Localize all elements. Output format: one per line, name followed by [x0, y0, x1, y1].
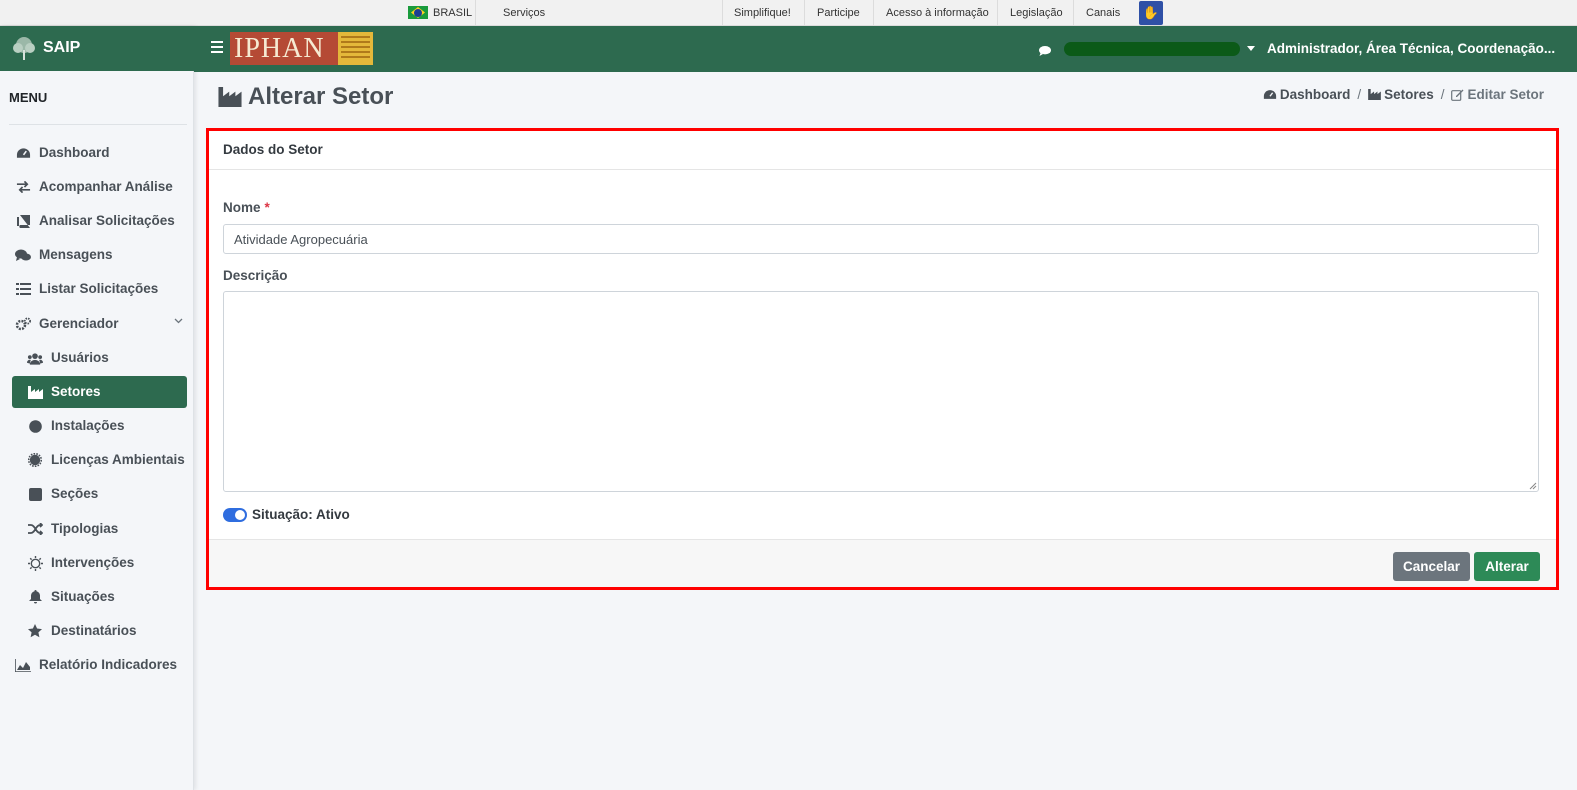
situacao-label: Situação: Ativo — [252, 507, 350, 522]
card-header: Dados do Setor — [209, 131, 1556, 170]
sidebar-item-mensagens[interactable]: Mensagens — [12, 239, 187, 271]
sidebar-item-secoes[interactable]: Seções — [12, 478, 187, 510]
breadcrumb-setores[interactable]: Setores — [1384, 87, 1434, 102]
sidebar-item-label: Usuários — [51, 350, 109, 365]
industry-icon — [218, 87, 242, 107]
sidebar-item-intervencoes[interactable]: Intervenções — [12, 547, 187, 579]
situacao-toggle[interactable] — [223, 508, 247, 522]
book-icon — [15, 214, 31, 228]
gov-link-participe[interactable]: Participe — [817, 0, 860, 26]
breadcrumb-editar-setor: Editar Setor — [1467, 87, 1544, 102]
sidebar-item-acompanhar-analise[interactable]: Acompanhar Análise — [12, 171, 187, 203]
industry-icon — [27, 385, 43, 399]
gov-link-simplifique[interactable]: Simplifique! — [734, 0, 791, 26]
cogs-icon — [15, 317, 31, 331]
sun-icon — [27, 555, 43, 571]
page-title-text: Alterar Setor — [248, 83, 394, 110]
sidebar-item-licencas-ambientais[interactable]: Licenças Ambientais — [12, 444, 187, 476]
sidebar-item-label: Setores — [51, 384, 101, 399]
alterar-button[interactable]: Alterar — [1474, 552, 1540, 581]
sidebar-item-label: Relatório Indicadores — [39, 657, 178, 672]
tachometer-icon — [15, 146, 31, 160]
gov-brasil-link[interactable]: BRASIL — [433, 0, 472, 26]
sidebar-item-label: Gerenciador — [39, 316, 119, 331]
breadcrumb: Dashboard / Setores / Editar Setor — [1263, 87, 1544, 102]
sidebar-item-dashboard[interactable]: Dashboard — [12, 137, 187, 169]
required-mark: * — [264, 200, 270, 215]
star-icon — [27, 624, 43, 638]
sidebar-item-relatorio-indicadores[interactable]: Relatório Indicadores — [12, 649, 187, 681]
user-name-redacted[interactable] — [1064, 42, 1240, 56]
card-footer: Cancelar Alterar — [209, 539, 1556, 587]
sidebar-item-label: Tipologias — [51, 521, 119, 536]
sidebar-item-gerenciador[interactable]: Gerenciador — [12, 308, 187, 340]
sidebar-item-label: Seções — [51, 486, 99, 501]
card-title: Dados do Setor — [223, 142, 323, 157]
sidebar-item-label: Licenças Ambientais — [51, 452, 185, 467]
sidebar-item-analisar-solicitacoes[interactable]: Analisar Solicitações — [12, 205, 187, 237]
hamburger-menu-icon[interactable] — [211, 41, 223, 53]
area-chart-icon — [15, 658, 31, 672]
tree-logo-icon — [13, 37, 35, 60]
gov-link-acesso-informacao[interactable]: Acesso à informação — [886, 0, 989, 26]
industry-icon — [1368, 89, 1382, 100]
descricao-label: Descrição — [223, 268, 288, 283]
square-icon — [27, 487, 43, 501]
sidebar-item-instalacoes[interactable]: Instalações — [12, 410, 187, 442]
sidebar-item-label: Acompanhar Análise — [39, 179, 173, 194]
users-icon — [27, 351, 43, 365]
top-navbar: IPHAN Administrador, Área Técnica, Coord… — [194, 26, 1577, 72]
sidebar-item-label: Listar Solicitações — [39, 281, 159, 296]
comments-icon — [15, 248, 31, 262]
nome-label: Nome * — [223, 200, 270, 215]
gov-link-legislacao[interactable]: Legislação — [1010, 0, 1063, 26]
cancel-button[interactable]: Cancelar — [1393, 552, 1470, 581]
chevron-down-icon — [174, 316, 183, 327]
sidebar-item-setores[interactable]: Setores — [12, 376, 187, 408]
menu-divider — [9, 124, 187, 125]
gov-bar: BRASIL Serviços Simplifique! Participe A… — [0, 0, 1577, 26]
edit-icon — [1451, 89, 1464, 101]
sidebar-item-tipologias[interactable]: Tipologias — [12, 513, 187, 545]
gov-link-servicos[interactable]: Serviços — [503, 0, 545, 26]
brazil-flag-icon[interactable] — [408, 6, 428, 19]
user-role[interactable]: Administrador, Área Técnica, Coordenação… — [1267, 41, 1555, 56]
chat-icon[interactable] — [1039, 43, 1051, 61]
resize-grip-icon[interactable] — [1529, 482, 1537, 490]
page-title: Alterar Setor — [218, 83, 393, 111]
gov-link-canais[interactable]: Canais — [1086, 0, 1120, 26]
sidebar-item-usuarios[interactable]: Usuários — [12, 342, 187, 374]
bell-icon — [27, 590, 43, 604]
circle-icon — [27, 419, 43, 433]
list-icon — [15, 282, 31, 296]
certificate-icon — [27, 453, 43, 467]
form-card: Dados do Setor Nome* Descrição Situação:… — [206, 128, 1559, 590]
accessibility-hand-icon[interactable]: ✋ — [1139, 1, 1163, 25]
sidebar-item-label: Dashboard — [39, 145, 110, 160]
sidebar-item-label: Mensagens — [39, 247, 113, 262]
sidebar-brand[interactable]: SAIP — [0, 26, 194, 71]
sidebar-item-listar-solicitacoes[interactable]: Listar Solicitações — [12, 273, 187, 305]
sidebar-item-destinatarios[interactable]: Destinatários — [12, 615, 187, 647]
nome-input[interactable] — [223, 224, 1539, 254]
tachometer-icon — [1263, 90, 1277, 99]
descricao-textarea[interactable] — [223, 291, 1539, 492]
iphan-logo[interactable]: IPHAN — [230, 32, 373, 65]
sidebar-item-label: Situações — [51, 589, 115, 604]
sidebar-item-situacoes[interactable]: Situações — [12, 581, 187, 613]
sidebar-item-label: Intervenções — [51, 555, 135, 570]
exchange-icon — [15, 180, 31, 194]
brand-name: SAIP — [43, 39, 81, 56]
sidebar-item-label: Destinatários — [51, 623, 137, 638]
iphan-logo-text: IPHAN — [234, 33, 325, 64]
caret-down-icon[interactable] — [1247, 46, 1255, 51]
menu-title: MENU — [9, 90, 48, 105]
sidebar: SAIP MENU Dashboard Acompanhar Análise A… — [0, 26, 194, 790]
random-icon — [27, 522, 43, 536]
sidebar-item-label: Instalações — [51, 418, 125, 433]
breadcrumb-dashboard[interactable]: Dashboard — [1280, 87, 1351, 102]
sidebar-item-label: Analisar Solicitações — [39, 213, 175, 228]
